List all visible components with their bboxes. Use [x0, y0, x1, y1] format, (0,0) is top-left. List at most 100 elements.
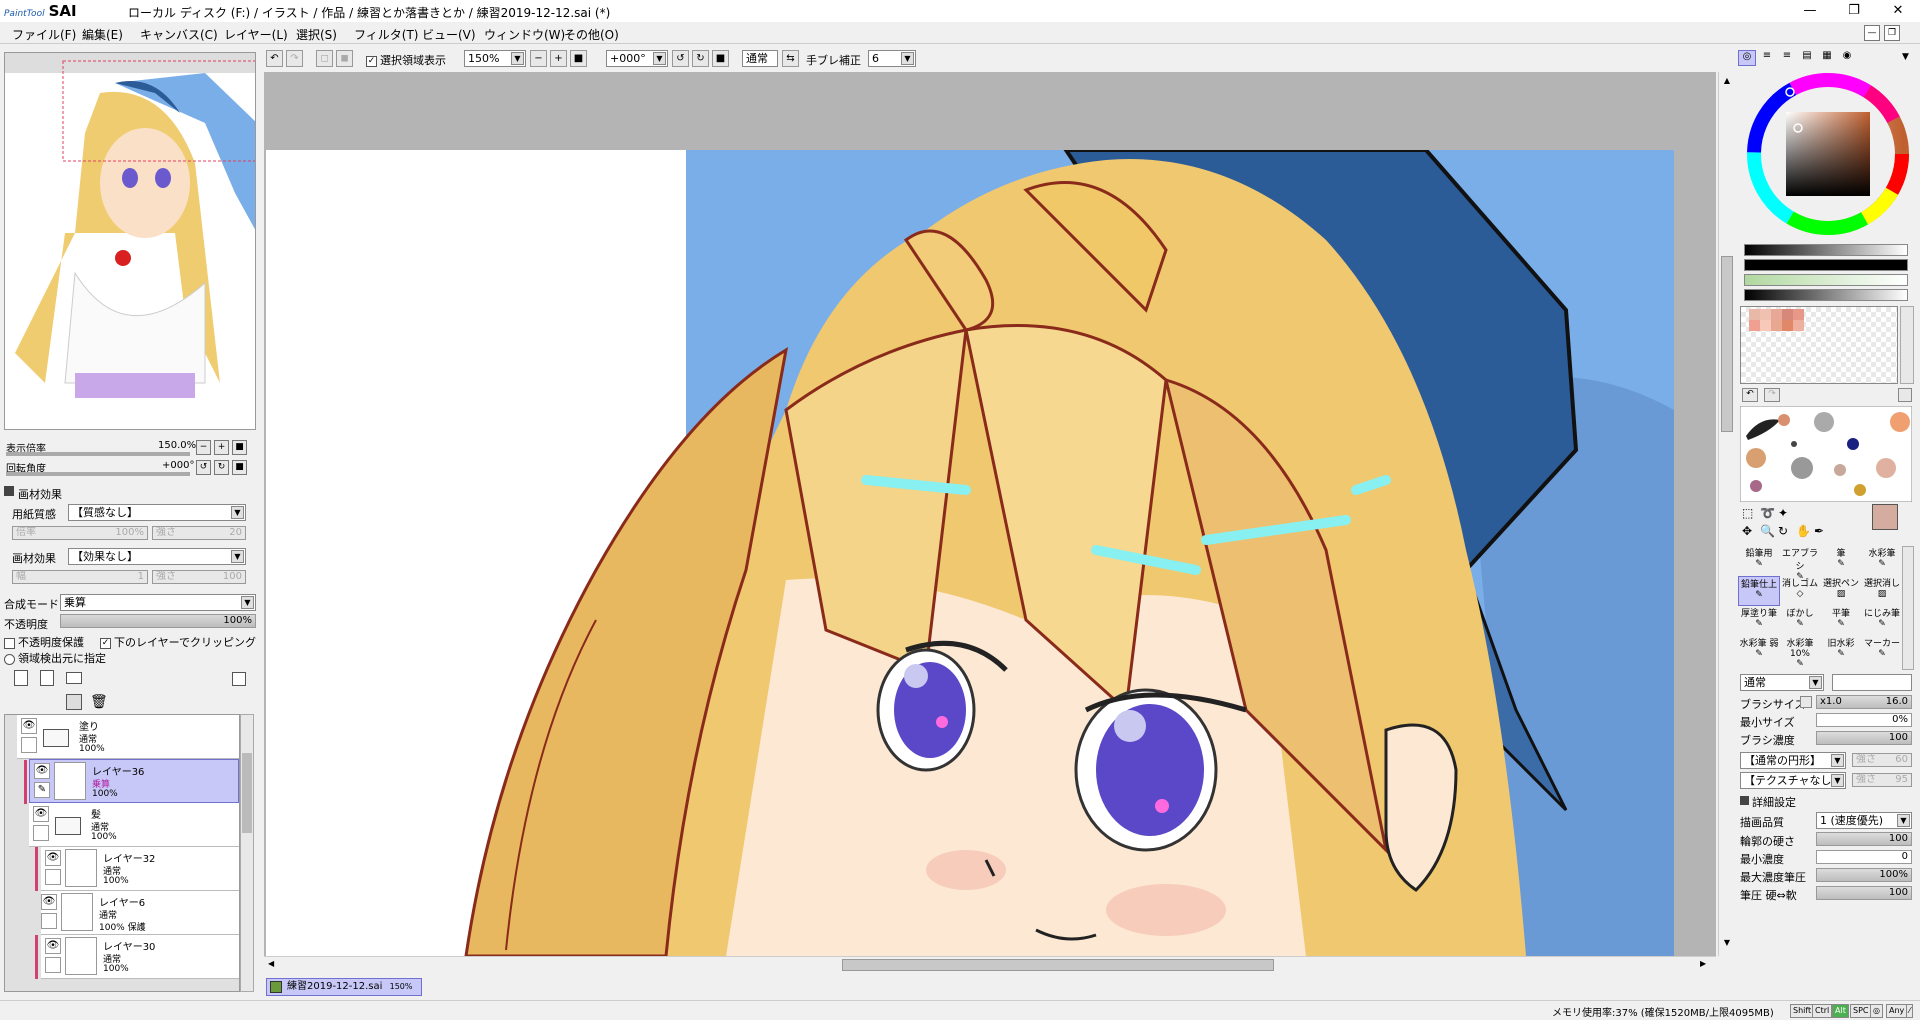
brush-density-bar[interactable]: 100: [1816, 731, 1912, 745]
close-button[interactable]: ✕: [1876, 0, 1920, 22]
tool-grid-scrollbar[interactable]: [1902, 546, 1914, 670]
color-swatch[interactable]: [1760, 309, 1771, 320]
layer-item-folder-nuri[interactable]: 👁 塗り 通常 100%: [17, 715, 239, 759]
tool-flat-brush[interactable]: 平筆 ✎: [1820, 606, 1862, 636]
paper-strength-bar[interactable]: 強さ 20: [152, 526, 246, 540]
new-folder-icon[interactable]: [66, 672, 82, 684]
menu-layer[interactable]: レイヤー(L): [224, 26, 288, 43]
tool-watercolor-weak[interactable]: 水彩筆 弱 ✎: [1738, 636, 1780, 666]
eye-icon[interactable]: 👁: [34, 763, 50, 779]
color-wheel[interactable]: [1746, 72, 1910, 236]
navigator-preview[interactable]: [4, 52, 256, 430]
effect-strength-bar[interactable]: 強さ 100: [152, 570, 246, 584]
color-slider-4[interactable]: [1744, 289, 1908, 301]
rgb-slider-tab-icon[interactable]: ≡: [1758, 50, 1776, 66]
move-tool-icon[interactable]: ✥: [1742, 524, 1752, 538]
lock-slot-icon[interactable]: [33, 825, 49, 841]
color-swatch[interactable]: [1782, 320, 1793, 331]
vertical-scroll-thumb[interactable]: [1721, 256, 1733, 432]
brush-texture-select[interactable]: 【テクスチャなし】 ▼: [1740, 772, 1846, 789]
pressure-hardness-bar[interactable]: 100: [1816, 886, 1912, 900]
shape-strength-bar[interactable]: 強さ 60: [1852, 753, 1912, 767]
tool-blur[interactable]: ぼかし ✎: [1779, 606, 1821, 636]
clipping-checkbox[interactable]: ✓ 下のレイヤーでクリッピング: [100, 634, 256, 650]
blend-mode-select[interactable]: 乗算 ▼: [60, 594, 256, 611]
maximize-button[interactable]: ❐: [1832, 0, 1876, 22]
trash-icon[interactable]: 🗑: [90, 694, 108, 710]
texture-strength-bar[interactable]: 強さ 95: [1852, 773, 1912, 787]
rotate-tool-icon[interactable]: ↻: [1778, 524, 1788, 538]
tool-eraser[interactable]: 消しゴム ◇: [1779, 576, 1821, 606]
tool-pencil-finish[interactable]: 鉛筆仕上 ✎: [1738, 576, 1780, 606]
new-layer-icon[interactable]: [14, 670, 28, 686]
scratch-redo-icon[interactable]: ↷: [1764, 388, 1780, 402]
rotate-right-button[interactable]: ↻: [214, 460, 229, 475]
swatch-tab-icon[interactable]: ▦: [1818, 50, 1836, 66]
eye-icon[interactable]: 👁: [45, 938, 61, 954]
scroll-left-arrow-icon[interactable]: ◀: [268, 959, 274, 968]
canvas-horizontal-scrollbar[interactable]: ◀ ▶: [264, 956, 1716, 972]
invert-selection-button[interactable]: ◼: [336, 50, 353, 67]
effect-select[interactable]: 【効果なし】 ▼: [68, 548, 246, 565]
scratch-undo-icon[interactable]: ↶: [1742, 388, 1758, 402]
scroll-down-arrow-icon[interactable]: ▼: [1721, 938, 1733, 948]
panel-menu-icon[interactable]: ▼: [1902, 52, 1909, 62]
layer-item-layer30[interactable]: 👁 レイヤー30 通常 100%: [35, 935, 239, 979]
view-mode-select[interactable]: 通常: [742, 50, 778, 67]
zoom-in-button[interactable]: +: [550, 50, 567, 67]
lock-slot-icon[interactable]: [21, 737, 37, 753]
document-tab[interactable]: 練習2019-12-12.sai 150%: [266, 978, 422, 996]
tool-watercolor[interactable]: 水彩筆 ✎: [1861, 546, 1903, 576]
paper-scale-bar[interactable]: 倍率 100%: [12, 526, 148, 540]
menu-view[interactable]: ビュー(V): [422, 26, 476, 43]
rotate-right-button[interactable]: ↻: [692, 50, 709, 67]
hsv-slider-tab-icon[interactable]: ≡: [1778, 50, 1796, 66]
panel-minimize-button[interactable]: —: [1864, 25, 1880, 41]
zoom-in-button[interactable]: +: [214, 440, 229, 455]
color-swatch[interactable]: [1749, 320, 1760, 331]
tool-airbrush[interactable]: エアブラシ ✎: [1779, 546, 1821, 582]
scratchpad[interactable]: [1740, 406, 1912, 502]
color-swatch[interactable]: [1760, 320, 1771, 331]
rotation-select[interactable]: +000° ▼: [606, 50, 668, 67]
brush-shape-select[interactable]: 【通常の円形】 ▼: [1740, 752, 1846, 769]
zoom-reset-button[interactable]: ■: [232, 440, 247, 455]
color-slider-2[interactable]: [1744, 259, 1908, 271]
merge-layer-icon[interactable]: [66, 694, 82, 710]
tool-brush[interactable]: 筆 ✎: [1820, 546, 1862, 576]
menu-filter[interactable]: フィルタ(T): [354, 26, 418, 43]
lasso-tool-icon[interactable]: ➰: [1760, 506, 1775, 520]
scratch-clear-icon[interactable]: [1898, 388, 1912, 402]
color-slider-1[interactable]: [1744, 244, 1908, 256]
color-swatch[interactable]: [1771, 320, 1782, 331]
tool-pencil[interactable]: 鉛筆用 ✎: [1738, 546, 1780, 576]
edge-hardness-bar[interactable]: 100: [1816, 832, 1912, 846]
rotate-left-button[interactable]: ↺: [196, 460, 211, 475]
zoom-slider[interactable]: [6, 452, 190, 456]
menu-edit[interactable]: 編集(E): [82, 26, 123, 43]
menu-window[interactable]: ウィンドウ(W): [484, 26, 565, 43]
hand-tool-icon[interactable]: ✋: [1796, 524, 1811, 538]
eyedropper-tool-icon[interactable]: ✒: [1814, 524, 1824, 538]
rotation-slider[interactable]: [6, 472, 190, 476]
lock-slot-icon[interactable]: [41, 913, 57, 929]
tool-thick-paint[interactable]: 厚塗り筆 ✎: [1738, 606, 1780, 636]
show-selection-checkbox[interactable]: ✓ 選択領域表示: [366, 52, 446, 68]
color-swatch[interactable]: [1749, 309, 1760, 320]
magic-wand-tool-icon[interactable]: ✦: [1778, 506, 1788, 520]
menu-select[interactable]: 選択(S): [296, 26, 337, 43]
horizontal-scroll-thumb[interactable]: [842, 959, 1274, 971]
artwork-canvas[interactable]: [266, 150, 1674, 956]
layer-item-layer36[interactable]: 👁 ✎ レイヤー36 乗算 100%: [24, 759, 239, 804]
lock-slot-icon[interactable]: [45, 869, 61, 885]
menu-canvas[interactable]: キャンバス(C): [140, 26, 218, 43]
minimize-button[interactable]: —: [1788, 0, 1832, 22]
redo-button[interactable]: ↷: [286, 50, 303, 67]
min-density-bar[interactable]: 0: [1816, 850, 1912, 864]
color-swatch[interactable]: [1771, 309, 1782, 320]
color-wheel-tab-icon[interactable]: ◎: [1738, 50, 1756, 66]
section-collapse-icon[interactable]: [4, 486, 14, 496]
color-swatch[interactable]: [1793, 309, 1804, 320]
rotate-reset-button[interactable]: ■: [232, 460, 247, 475]
lock-slot-icon[interactable]: [45, 957, 61, 973]
